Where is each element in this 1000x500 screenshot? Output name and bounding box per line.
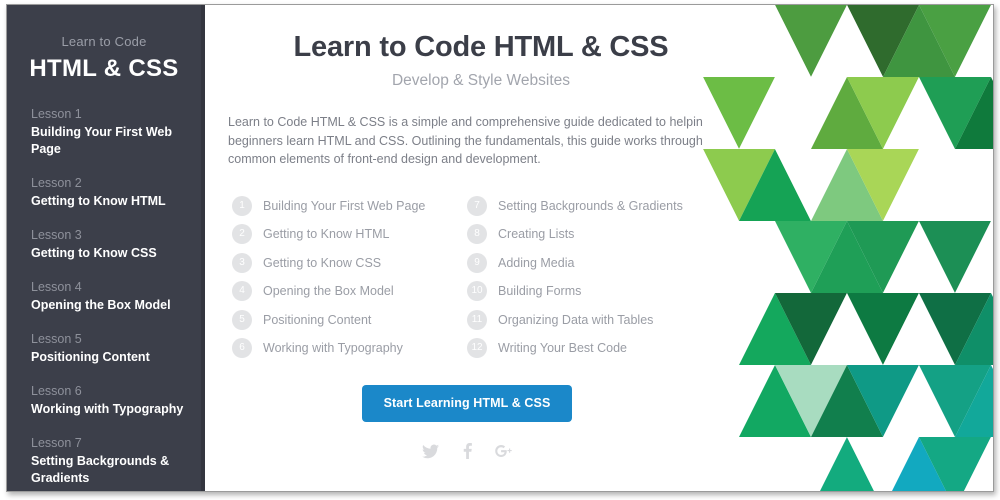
toc-item-label: Positioning Content — [263, 312, 372, 327]
list-item[interactable]: 8 Creating Lists — [467, 220, 702, 249]
page-subtitle: Develop & Style Websites — [391, 72, 571, 89]
sidebar-item-lesson-6[interactable]: Lesson 6 Working with Typography — [31, 383, 189, 418]
triangle-mosaic-art — [703, 5, 993, 491]
list-item[interactable]: 6 Working with Typography — [232, 334, 467, 363]
toc-number-badge: 3 — [232, 252, 252, 273]
triangle-mosaic-group — [703, 5, 993, 491]
toc-item-label: Working with Typography — [263, 341, 403, 356]
list-item[interactable]: 4 Opening the Box Model — [232, 277, 467, 306]
page-root: Learn to Code HTML & CSS Lesson 1 Buildi… — [7, 5, 993, 491]
toc-item-label: Setting Backgrounds & Gradients — [498, 198, 683, 213]
sidebar-item-kicker: Lesson 6 — [31, 384, 82, 398]
sidebar-item-kicker: Lesson 3 — [31, 228, 82, 242]
list-item[interactable]: 7 Setting Backgrounds & Gradients — [467, 192, 702, 221]
sidebar-item-label: Getting to Know CSS — [31, 246, 157, 260]
toc-number-badge: 4 — [232, 281, 252, 302]
social-links — [232, 443, 702, 461]
sidebar-item-lesson-5[interactable]: Lesson 5 Positioning Content — [31, 331, 189, 366]
sidebar-item-label: Setting Backgrounds & Gradients — [31, 454, 170, 485]
triangle-mosaic-svg — [703, 5, 993, 491]
toc-column-right: 7 Setting Backgrounds & Gradients 8 Crea… — [467, 192, 702, 363]
google-plus-icon[interactable] — [495, 443, 512, 459]
sidebar-lesson-nav: Lesson 1 Building Your First Web Page Le… — [7, 106, 201, 491]
toc-number-badge: 11 — [467, 309, 487, 330]
sidebar-item-kicker: Lesson 2 — [31, 176, 82, 190]
sidebar-item-kicker: Lesson 4 — [31, 280, 82, 294]
table-of-contents: 1 Building Your First Web Page 2 Getting… — [232, 192, 702, 363]
toc-number-badge: 10 — [467, 281, 487, 302]
toc-number-badge: 9 — [467, 252, 487, 273]
toc-item-label: Opening the Box Model — [263, 284, 394, 299]
sidebar-brand: Learn to Code HTML & CSS — [7, 5, 201, 84]
hero-section: Learn to Code HTML & CSS Develop & Style… — [205, 5, 735, 461]
brand-kicker: Learn to Code — [61, 34, 147, 49]
toc-number-badge: 2 — [232, 224, 252, 245]
list-item[interactable]: 1 Building Your First Web Page — [232, 192, 467, 221]
toc-item-label: Getting to Know HTML — [263, 227, 390, 242]
toc-item-label: Getting to Know CSS — [263, 255, 382, 270]
facebook-icon[interactable] — [462, 443, 473, 460]
sidebar: Learn to Code HTML & CSS Lesson 1 Buildi… — [7, 5, 201, 491]
sidebar-item-kicker: Lesson 5 — [31, 332, 82, 346]
toc-number-badge: 8 — [467, 224, 487, 245]
list-item[interactable]: 11 Organizing Data with Tables — [467, 306, 702, 335]
list-item[interactable]: 12 Writing Your Best Code — [467, 334, 702, 363]
list-item[interactable]: 2 Getting to Know HTML — [232, 220, 467, 249]
brand-title: HTML & CSS — [29, 55, 179, 82]
toc-number-badge: 6 — [232, 338, 252, 359]
toc-item-label: Creating Lists — [498, 227, 575, 242]
list-item[interactable]: 5 Positioning Content — [232, 306, 467, 335]
toc-item-label: Building Your First Web Page — [263, 198, 426, 213]
sidebar-item-kicker: Lesson 1 — [31, 107, 82, 121]
sidebar-item-label: Building Your First Web Page — [31, 125, 172, 156]
list-item[interactable]: 10 Building Forms — [467, 277, 702, 306]
browser-frame: Learn to Code HTML & CSS Lesson 1 Buildi… — [6, 4, 994, 492]
toc-item-label: Adding Media — [498, 255, 575, 270]
start-learning-button[interactable]: Start Learning HTML & CSS — [361, 384, 573, 422]
sidebar-item-lesson-7[interactable]: Lesson 7 Setting Backgrounds & Gradients — [31, 435, 189, 487]
list-item[interactable]: 9 Adding Media — [467, 249, 702, 278]
sidebar-item-lesson-3[interactable]: Lesson 3 Getting to Know CSS — [31, 227, 189, 262]
sidebar-item-lesson-2[interactable]: Lesson 2 Getting to Know HTML — [31, 175, 189, 210]
sidebar-item-label: Getting to Know HTML — [31, 194, 166, 208]
sidebar-item-label: Opening the Box Model — [31, 298, 171, 312]
sidebar-item-lesson-4[interactable]: Lesson 4 Opening the Box Model — [31, 279, 189, 314]
toc-item-label: Building Forms — [498, 284, 582, 299]
sidebar-item-lesson-1[interactable]: Lesson 1 Building Your First Web Page — [31, 106, 189, 158]
toc-item-label: Organizing Data with Tables — [498, 312, 654, 327]
toc-number-badge: 1 — [232, 195, 252, 216]
toc-number-badge: 12 — [467, 338, 487, 359]
main-content: Learn to Code HTML & CSS Develop & Style… — [205, 5, 993, 491]
page-description: Learn to Code HTML & CSS is a simple and… — [228, 115, 719, 166]
sidebar-item-kicker: Lesson 7 — [31, 436, 82, 450]
toc-number-badge: 7 — [467, 195, 487, 216]
twitter-icon[interactable] — [422, 444, 440, 459]
page-title: Learn to Code HTML & CSS — [293, 31, 669, 63]
sidebar-item-label: Working with Typography — [31, 402, 184, 416]
list-item[interactable]: 3 Getting to Know CSS — [232, 249, 467, 278]
toc-item-label: Writing Your Best Code — [498, 341, 628, 356]
toc-number-badge: 5 — [232, 309, 252, 330]
sidebar-item-label: Positioning Content — [31, 350, 150, 364]
toc-column-left: 1 Building Your First Web Page 2 Getting… — [232, 192, 467, 363]
cta-container: Start Learning HTML & CSS — [232, 384, 702, 422]
